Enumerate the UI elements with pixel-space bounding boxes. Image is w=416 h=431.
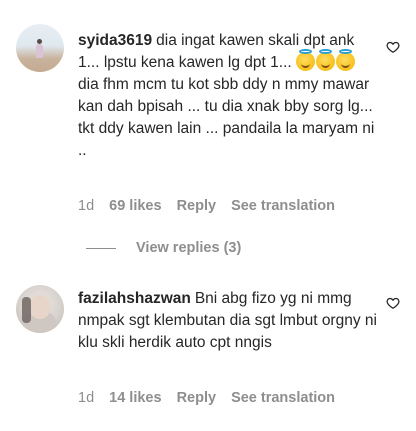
see-translation-button[interactable]: See translation: [231, 198, 335, 214]
avatar[interactable]: [16, 24, 64, 72]
reply-button[interactable]: Reply: [177, 198, 217, 214]
heart-outline-icon[interactable]: [386, 40, 400, 54]
view-replies-label: View replies (3): [136, 240, 242, 256]
halo-emoji-icon: [336, 49, 355, 71]
comment-text: dia fhm mcm tu kot sbb ddy n mmy mawar k…: [78, 76, 375, 159]
avatar[interactable]: [16, 285, 64, 333]
reply-button[interactable]: Reply: [177, 390, 217, 406]
comment-body: syida3619 dia ingat kawen skali dpt ank 1…: [78, 30, 378, 162]
halo-emoji-icon: [316, 49, 335, 71]
likes-count[interactable]: 14 likes: [109, 390, 161, 406]
comment-time: 1d: [78, 390, 95, 406]
heart-outline-icon[interactable]: [386, 296, 400, 310]
comment-meta: 1d 14 likes Reply See translation: [78, 390, 335, 406]
comment-username[interactable]: fazilahshazwan: [78, 290, 191, 307]
halo-emoji-icon: [296, 49, 315, 71]
comment-meta: 1d 69 likes Reply See translation: [78, 198, 335, 214]
replies-divider: [86, 247, 116, 249]
comment-time: 1d: [78, 198, 95, 214]
comment-body: fazilahshazwan Bni abg fizo yg ni mmg nmp…: [78, 288, 378, 354]
see-translation-button[interactable]: See translation: [231, 390, 335, 406]
comment-username[interactable]: syida3619: [78, 32, 152, 49]
likes-count[interactable]: 69 likes: [109, 198, 161, 214]
view-replies-button[interactable]: View replies (3): [86, 240, 241, 256]
